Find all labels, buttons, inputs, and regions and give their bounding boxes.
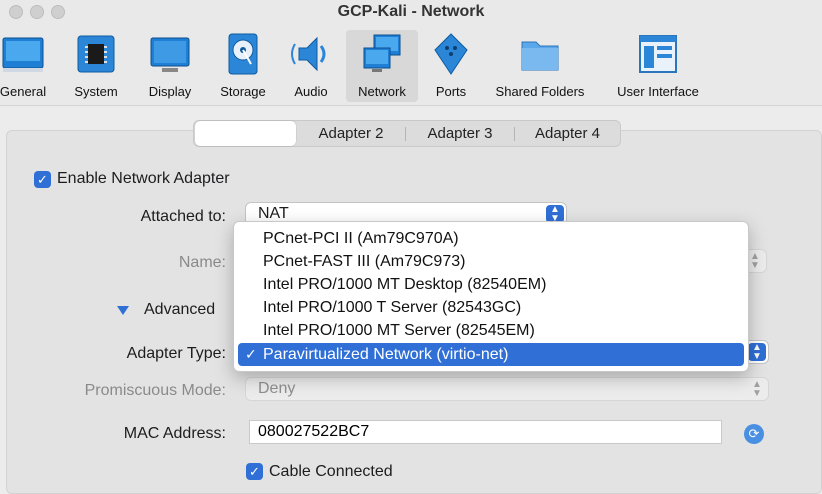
- adapter-type-label: Adapter Type:: [126, 345, 226, 362]
- tab-adapter-1[interactable]: [195, 121, 296, 146]
- toolbar-audio[interactable]: Audio: [288, 30, 334, 102]
- disk-icon: [228, 33, 258, 75]
- network-icon: [363, 34, 401, 72]
- menu-item-label: Paravirtualized Network (virtio-net): [263, 346, 509, 363]
- tab-adapter-4[interactable]: Adapter 4: [515, 121, 620, 146]
- menu-item-intel-mt-server[interactable]: Intel PRO/1000 MT Server (82545EM): [238, 319, 744, 342]
- disclosure-triangle-icon[interactable]: [117, 306, 129, 315]
- attached-to-value: NAT: [258, 205, 289, 222]
- toolbar-label: Ports: [435, 84, 467, 99]
- folder-icon: [521, 41, 559, 71]
- toolbar-user-interface[interactable]: User Interface: [610, 30, 706, 102]
- toolbar-label: Audio: [294, 84, 328, 99]
- promiscuous-mode-label: Promiscuous Mode:: [84, 382, 226, 399]
- toolbar-ports[interactable]: Ports: [430, 30, 472, 102]
- name-label: Name:: [178, 254, 226, 271]
- chip-icon: [77, 35, 115, 73]
- promiscuous-mode-select: Deny ▲ ▼: [246, 378, 768, 400]
- menu-item-virtio-net[interactable]: ✓ Paravirtualized Network (virtio-net): [238, 343, 744, 366]
- window-layout-icon: [639, 35, 677, 73]
- settings-toolbar: General System Display Storage Audio Net…: [0, 26, 822, 106]
- toolbar-label: Network: [358, 84, 406, 99]
- tab-adapter-2[interactable]: Adapter 2: [297, 121, 405, 146]
- advanced-label: Advanced: [144, 301, 216, 318]
- adapter-type-menu: PCnet-PCI II (Am79C970A) PCnet-FAST III …: [233, 221, 749, 372]
- monitor-icon: [150, 37, 190, 72]
- enable-adapter-label: Enable Network Adapter: [57, 170, 230, 187]
- toolbar-network[interactable]: Network: [346, 30, 418, 102]
- title-bar: GCP-Kali - Network: [0, 0, 822, 26]
- toolbar-general[interactable]: General: [0, 30, 52, 102]
- adapter-tabs: Adapter 2 Adapter 3 Adapter 4: [193, 120, 621, 147]
- chevron-up-down-icon: ▲ ▼: [748, 343, 766, 362]
- toolbar-shared-folders[interactable]: Shared Folders: [490, 30, 590, 102]
- window-title: GCP-Kali - Network: [337, 3, 485, 20]
- menu-item-pcnet-fast-iii[interactable]: PCnet-FAST III (Am79C973): [238, 250, 744, 273]
- toolbar-label: Storage: [220, 84, 266, 99]
- speaker-icon: [291, 36, 326, 72]
- toolbar-display[interactable]: Display: [142, 30, 198, 102]
- toolbar-label: System: [74, 84, 118, 99]
- toolbar-label: User Interface: [617, 84, 699, 99]
- menu-item-pcnet-pci-ii[interactable]: PCnet-PCI II (Am79C970A): [238, 227, 744, 250]
- menu-item-intel-t-server[interactable]: Intel PRO/1000 T Server (82543GC): [238, 296, 744, 319]
- promiscuous-mode-value: Deny: [258, 380, 296, 397]
- toolbar-system[interactable]: System: [70, 30, 122, 102]
- refresh-mac-icon[interactable]: ⟳: [744, 424, 764, 444]
- toolbar-label: Display: [148, 84, 192, 99]
- attached-to-label: Attached to:: [140, 208, 226, 225]
- toolbar-label: Shared Folders: [495, 84, 585, 99]
- checkmark-icon: ✓: [245, 346, 257, 362]
- serial-port-icon: [434, 33, 468, 75]
- toolbar-label: General: [0, 84, 47, 99]
- menu-item-intel-mt-desktop[interactable]: Intel PRO/1000 MT Desktop (82540EM): [238, 273, 744, 296]
- enable-adapter-checkbox[interactable]: ✓: [34, 171, 51, 188]
- cable-connected-label: Cable Connected: [269, 463, 393, 480]
- general-icon: [2, 37, 44, 72]
- toolbar-storage[interactable]: Storage: [214, 30, 272, 102]
- chevron-up-down-icon: ▲ ▼: [752, 379, 762, 399]
- tab-adapter-3[interactable]: Adapter 3: [406, 121, 514, 146]
- cable-connected-checkbox[interactable]: ✓: [246, 463, 263, 480]
- mac-address-input[interactable]: [249, 420, 722, 444]
- mac-address-label: MAC Address:: [123, 425, 226, 442]
